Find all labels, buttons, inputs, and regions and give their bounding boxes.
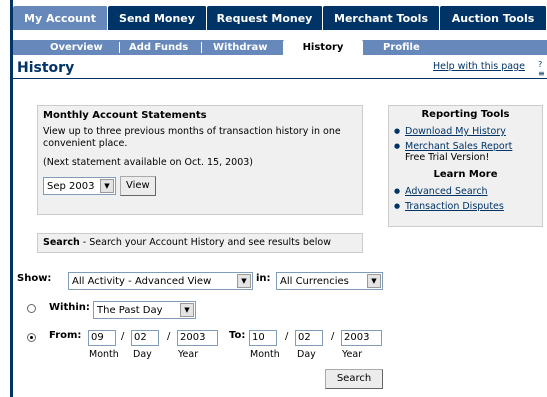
subnav-overview[interactable]: Overview <box>50 40 103 55</box>
title-divider <box>13 78 547 79</box>
activity-type-select[interactable]: All Activity - Advanced View ▼ <box>68 272 253 290</box>
statements-heading: Monthly Account Statements <box>43 110 207 121</box>
subnav-separator <box>119 42 120 53</box>
chevron-down-icon[interactable]: ▼ <box>100 179 114 193</box>
within-label: Within: <box>49 302 90 313</box>
from-day-field[interactable]: 02 <box>131 330 159 346</box>
to-day-field[interactable]: 02 <box>295 330 323 346</box>
to-day-caption: Day <box>297 349 316 360</box>
next-statement-note: (Next statement available on Oct. 15, 20… <box>43 157 254 168</box>
page-title: History <box>17 60 75 76</box>
date-separator: / <box>331 331 335 342</box>
to-year-field[interactable]: 2003 <box>341 330 382 346</box>
list-item: Download My History <box>394 126 537 137</box>
from-month-caption: Month <box>89 349 119 360</box>
date-separator: / <box>167 331 171 342</box>
subnav-add-funds[interactable]: Add Funds <box>129 40 188 55</box>
list-item: Merchant Sales ReportFree Trial Version! <box>394 141 537 163</box>
list-item: Advanced Search <box>394 186 537 197</box>
left-border <box>10 0 13 397</box>
date-separator: / <box>121 331 125 342</box>
monthly-statements-panel: Monthly Account Statements View up to th… <box>37 105 363 215</box>
from-year-field[interactable]: 2003 <box>177 330 218 346</box>
tab-merchant-tools[interactable]: Merchant Tools <box>323 6 440 30</box>
activity-type-value: All Activity - Advanced View <box>72 275 212 287</box>
within-range-value: The Past Day <box>97 304 163 316</box>
tab-my-account[interactable]: My Account <box>13 6 108 30</box>
currency-value: All Currencies <box>280 275 349 287</box>
subnav-profile[interactable]: Profile <box>383 40 420 55</box>
subnav-withdraw[interactable]: Withdraw <box>213 40 267 55</box>
to-label: To: <box>229 330 246 341</box>
main-tabs: My Account Send Money Request Money Merc… <box>13 6 547 30</box>
advanced-search-link[interactable]: Advanced Search <box>405 186 488 197</box>
tab-request-money[interactable]: Request Money <box>207 6 323 30</box>
merchant-sales-report-link[interactable]: Merchant Sales Report <box>405 141 512 152</box>
view-statement-button[interactable]: View <box>120 176 156 196</box>
chevron-down-icon[interactable]: ▼ <box>237 274 251 288</box>
reporting-tools-heading: Reporting Tools <box>421 109 510 120</box>
search-button[interactable]: Search <box>325 369 383 389</box>
in-label: in: <box>256 273 271 284</box>
from-label: From: <box>49 330 82 341</box>
help-link[interactable]: Help with this page <box>433 61 525 72</box>
from-day-caption: Day <box>133 349 152 360</box>
help-icon[interactable]: ?≡ <box>538 60 547 78</box>
tab-send-money[interactable]: Send Money <box>108 6 207 30</box>
transaction-disputes-link[interactable]: Transaction Disputes <box>405 201 504 212</box>
to-month-field[interactable]: 10 <box>249 330 277 346</box>
page: My Account Send Money Request Money Merc… <box>0 0 547 397</box>
chevron-down-icon[interactable]: ▼ <box>367 274 381 288</box>
from-year-caption: Year <box>178 349 199 360</box>
show-label: Show: <box>17 273 52 284</box>
statement-month-select[interactable]: Sep 2003 ▼ <box>43 177 116 195</box>
date-range-radio[interactable] <box>27 333 36 342</box>
chevron-down-icon[interactable]: ▼ <box>180 303 194 317</box>
subnav-history[interactable]: History <box>283 40 363 55</box>
reporting-tools-panel: Reporting Tools Download My History Merc… <box>388 105 543 227</box>
sub-navigation: Overview Add Funds Withdraw History Prof… <box>13 40 547 55</box>
download-history-link[interactable]: Download My History <box>405 126 506 137</box>
statement-month-value: Sep 2003 <box>47 180 95 192</box>
to-month-caption: Month <box>250 349 280 360</box>
date-separator: / <box>285 331 289 342</box>
list-item: Transaction Disputes <box>394 201 537 212</box>
search-heading: Search <box>43 237 80 248</box>
to-year-caption: Year <box>342 349 363 360</box>
statements-description: View up to three previous months of tran… <box>43 126 341 149</box>
free-trial-note: Free Trial Version! <box>405 152 490 163</box>
within-radio[interactable] <box>27 304 36 313</box>
currency-select[interactable]: All Currencies ▼ <box>276 272 383 290</box>
from-month-field[interactable]: 09 <box>88 330 116 346</box>
search-header-bar: Search - Search your Account History and… <box>37 233 363 253</box>
within-range-select[interactable]: The Past Day ▼ <box>93 301 196 319</box>
search-description: - Search your Account History and see re… <box>79 237 331 248</box>
subnav-separator <box>201 42 202 53</box>
tab-auction-tools[interactable]: Auction Tools <box>440 6 547 30</box>
learn-more-heading: Learn More <box>433 169 498 180</box>
